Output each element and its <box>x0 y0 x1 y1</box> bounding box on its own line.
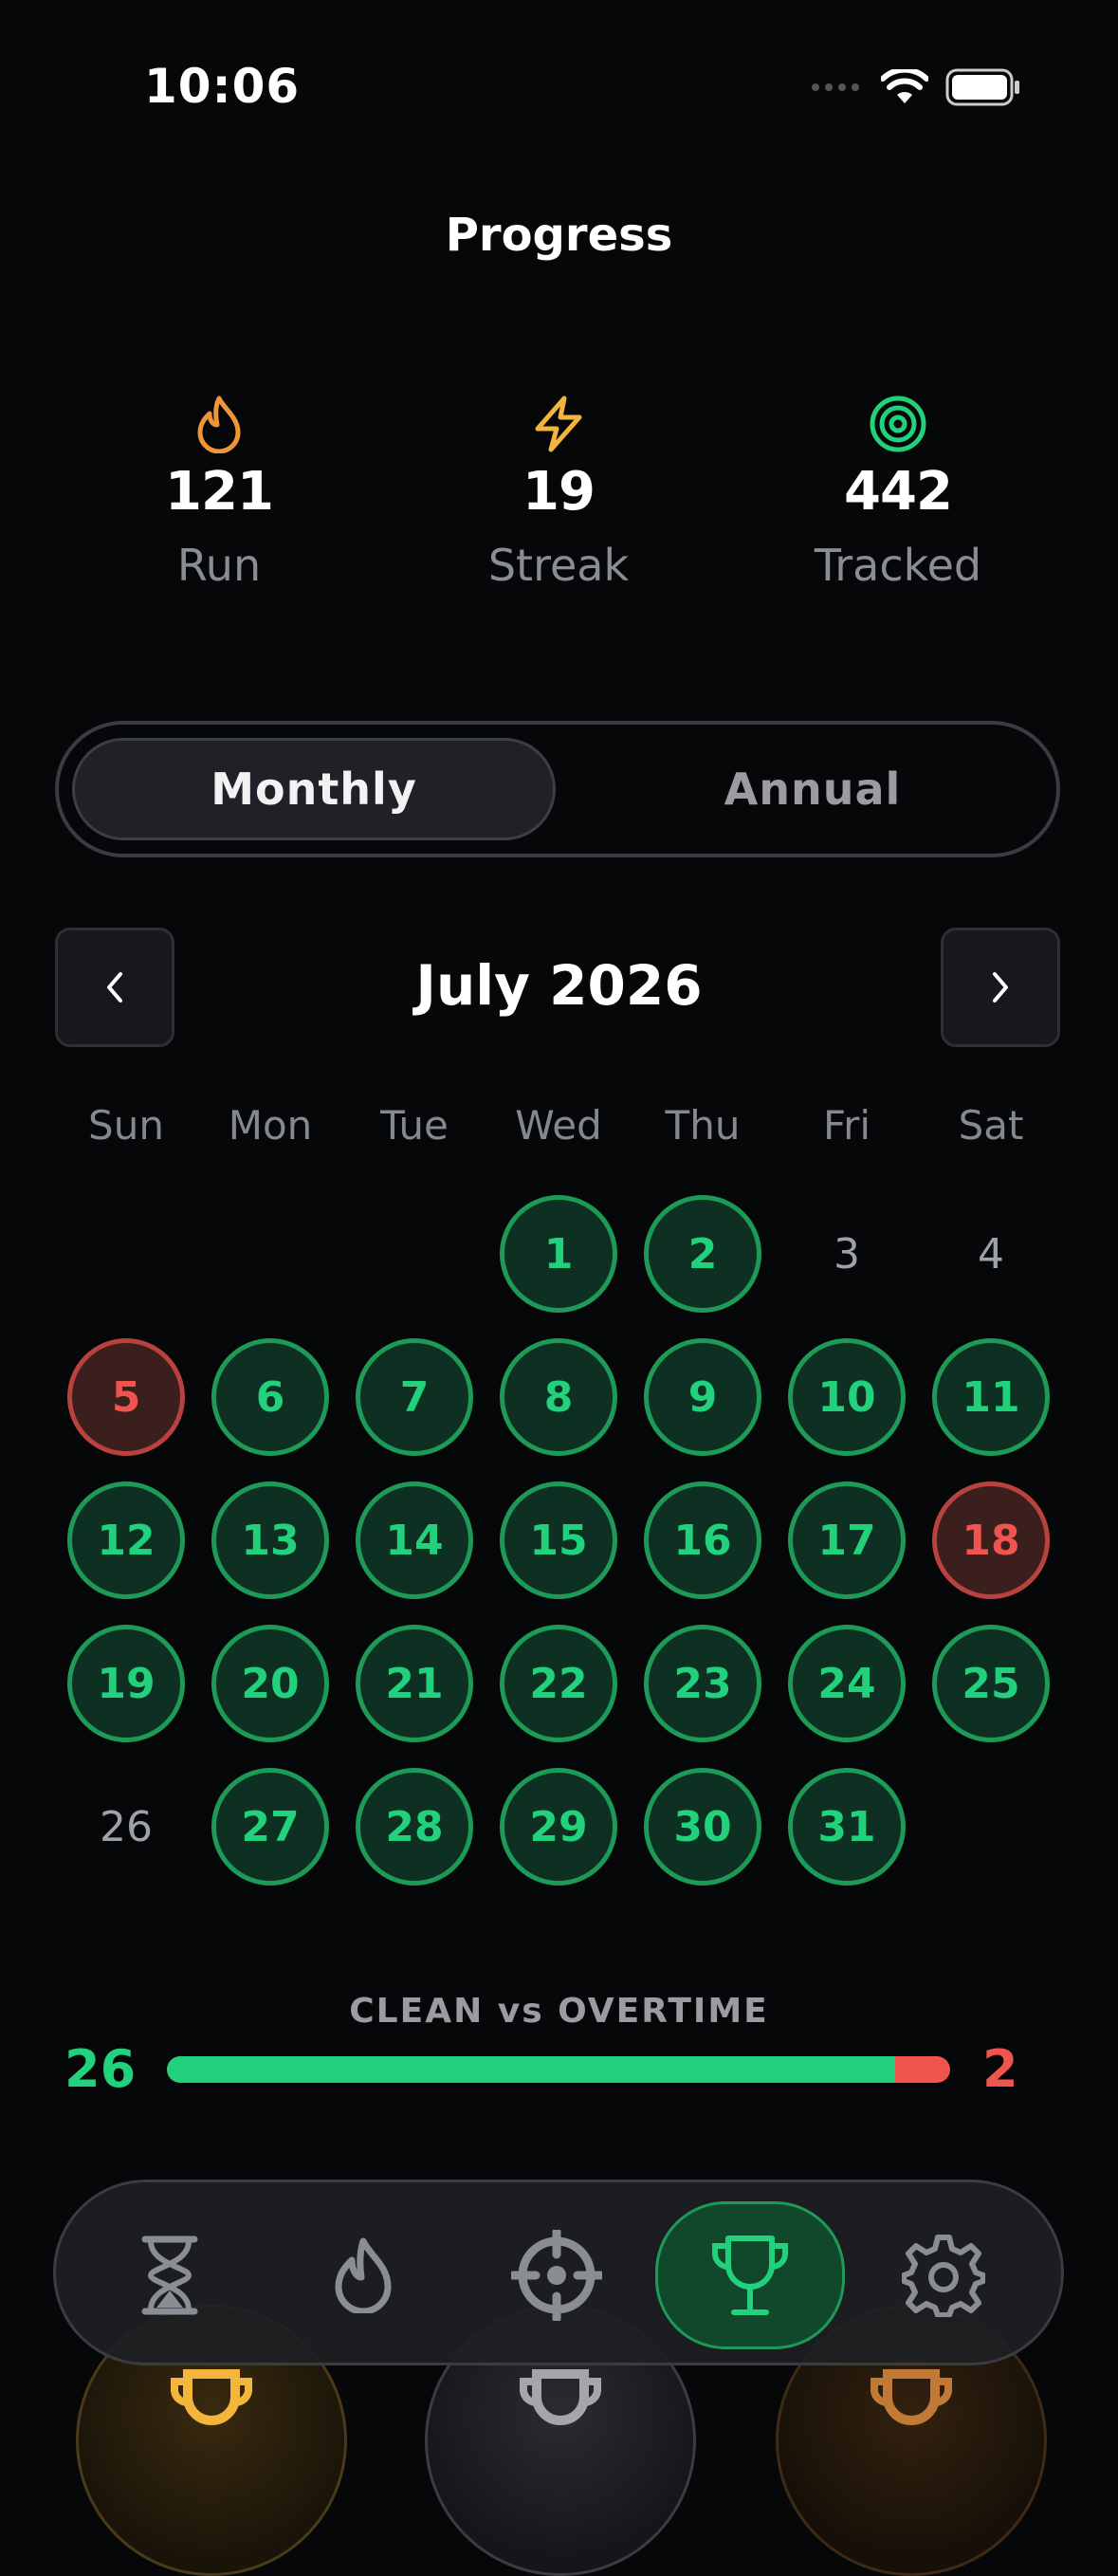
calendar-day[interactable]: 15 <box>500 1481 617 1599</box>
stat-label: Run <box>176 540 262 591</box>
status-icons <box>811 68 1021 106</box>
calendar-day[interactable]: 13 <box>211 1481 329 1599</box>
trophy-icon <box>712 2236 788 2315</box>
calendar-day[interactable]: 12 <box>67 1481 185 1599</box>
calendar-day[interactable]: 9 <box>644 1338 761 1456</box>
stat-run: 121 Run <box>48 391 390 591</box>
calendar-day[interactable]: 4 <box>932 1195 1050 1313</box>
flame-icon <box>335 2237 392 2313</box>
calendar-day[interactable]: 14 <box>356 1481 473 1599</box>
weekday-label: Sun <box>88 1102 164 1149</box>
stat-label: Streak <box>487 540 630 591</box>
weekday-label: Fri <box>822 1102 871 1149</box>
calendar-day[interactable]: 28 <box>356 1768 473 1886</box>
weekday-label: Tue <box>380 1102 449 1149</box>
calendar-day[interactable]: 19 <box>67 1625 185 1742</box>
calendar-day[interactable]: 11 <box>932 1338 1050 1456</box>
tab-progress[interactable] <box>655 2201 845 2349</box>
calendar-day[interactable]: 3 <box>788 1195 906 1313</box>
segment-monthly[interactable]: Monthly <box>72 738 556 840</box>
calendar-day[interactable]: 27 <box>211 1768 329 1886</box>
wifi-icon <box>881 69 928 103</box>
weekday-label: Wed <box>515 1102 602 1149</box>
trophy-icon <box>520 2369 601 2425</box>
gear-icon <box>902 2235 985 2317</box>
bolt-icon <box>388 391 729 457</box>
calendar-day[interactable]: 22 <box>500 1625 617 1742</box>
calendar-day[interactable]: 23 <box>644 1625 761 1742</box>
page-title: Progress <box>445 209 673 262</box>
hourglass-icon <box>141 2236 198 2315</box>
calendar-day[interactable]: 8 <box>500 1338 617 1456</box>
chevron-right-icon <box>993 972 1008 1003</box>
view-segmented-control: Monthly Annual <box>55 721 1060 857</box>
calendar-day[interactable]: 21 <box>356 1625 473 1742</box>
calendar-day[interactable]: 10 <box>788 1338 906 1456</box>
tab-goals[interactable] <box>462 2201 651 2349</box>
clean-count: 26 <box>64 2039 137 2099</box>
stat-streak: 19 Streak <box>388 391 729 591</box>
calendar-day[interactable]: 29 <box>500 1768 617 1886</box>
tab-streak[interactable] <box>268 2201 458 2349</box>
trophy-icon <box>171 2369 252 2425</box>
calendar-day[interactable]: 25 <box>932 1625 1050 1742</box>
signal-icon <box>812 83 859 91</box>
calendar-day[interactable]: 2 <box>644 1195 761 1313</box>
calendar-day[interactable]: 17 <box>788 1481 906 1599</box>
battery-icon <box>945 68 1019 106</box>
weekday-label: Mon <box>228 1102 313 1149</box>
calendar-day[interactable]: 6 <box>211 1338 329 1456</box>
overtime-count: 2 <box>982 2039 1018 2099</box>
tab-bar <box>53 2180 1064 2365</box>
calendar-day[interactable]: 31 <box>788 1768 906 1886</box>
weekday-label: Sat <box>958 1102 1024 1149</box>
crosshair-icon <box>511 2230 602 2321</box>
stat-value: 19 <box>522 461 596 523</box>
next-month-button[interactable] <box>941 928 1060 1047</box>
clean-fill <box>167 2056 896 2083</box>
clean-vs-overtime-label: CLEAN vs OVERTIME <box>349 1992 769 2031</box>
stat-value: 121 <box>165 461 274 523</box>
calendar-day[interactable]: 18 <box>932 1481 1050 1599</box>
stat-tracked: 442 Tracked <box>727 391 1069 591</box>
tab-settings[interactable] <box>849 2201 1038 2349</box>
segment-annual[interactable]: Annual <box>571 738 1054 840</box>
calendar-day[interactable]: 30 <box>644 1768 761 1886</box>
weekday-label: Thu <box>665 1102 741 1149</box>
calendar-day[interactable]: 7 <box>356 1338 473 1456</box>
status-time: 10:06 <box>144 59 301 114</box>
calendar-day[interactable]: 5 <box>67 1338 185 1456</box>
target-icon <box>727 391 1069 457</box>
calendar-day[interactable]: 16 <box>644 1481 761 1599</box>
clean-vs-overtime-bar <box>167 2056 950 2083</box>
tab-timer[interactable] <box>75 2201 265 2349</box>
calendar-day[interactable]: 26 <box>67 1768 185 1886</box>
flame-icon <box>48 391 390 457</box>
calendar-day[interactable]: 20 <box>211 1625 329 1742</box>
trophy-icon <box>871 2369 952 2425</box>
stat-value: 442 <box>844 461 953 523</box>
calendar-day[interactable]: 24 <box>788 1625 906 1742</box>
stat-label: Tracked <box>814 540 982 591</box>
calendar-day[interactable]: 1 <box>500 1195 617 1313</box>
